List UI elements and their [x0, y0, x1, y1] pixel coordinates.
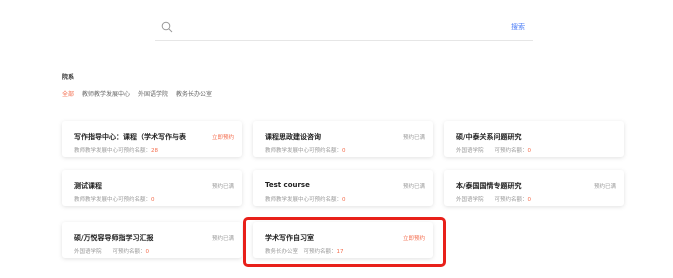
book-now-button[interactable]: 立即预约 — [212, 133, 234, 141]
quota-count: 0 — [342, 197, 346, 203]
filter-option-all[interactable]: 全部 — [62, 89, 74, 98]
search-icon — [161, 21, 173, 33]
filter-options: 全部 教师教学发展中心 外国语学院 教务长办公室 — [62, 89, 212, 98]
card-title: 写作指导中心：课程（学术写作与表 — [74, 133, 186, 141]
card-meta: 外国语学院 可预约名额：0 — [456, 197, 532, 203]
card-meta: 教师教学发展中心可预约名额：0 — [265, 197, 346, 203]
card-meta: 外国语学院 可预约名额：0 — [456, 148, 532, 154]
quota-count: 0 — [145, 249, 150, 255]
filter-title: 院系 — [62, 74, 75, 81]
card-meta: 教师教学发展中心可预约名额：28 — [74, 148, 159, 154]
filter-option-provost-office[interactable]: 教务长办公室 — [176, 89, 212, 98]
full-status-label: 预约已满 — [211, 236, 234, 242]
card-meta: 外国语学院 可预约名额：0 — [74, 249, 150, 255]
course-card[interactable]: Test course 教师教学发展中心可预约名额：0 预约已满 — [253, 170, 433, 206]
card-title: 本/泰国国情专题研究 — [456, 182, 522, 190]
card-meta: 教师教学发展中心可预约名额：0 — [74, 197, 155, 203]
highlight-box — [243, 217, 446, 267]
filter-option-foreign-languages[interactable]: 外国语学院 — [138, 89, 168, 98]
quota-count: 0 — [527, 148, 532, 154]
course-card[interactable]: 课程思政建设咨询 教师教学发展中心可预约名额：0 预约已满 — [253, 121, 433, 157]
full-status-label: 预约已满 — [593, 184, 616, 190]
course-card[interactable]: 写作指导中心：课程（学术写作与表 教师教学发展中心可预约名额：28 立即预约 — [62, 121, 242, 157]
course-card[interactable]: 硕/万悦容导师指学习汇报 外国语学院 可预约名额：0 预约已满 — [62, 222, 242, 258]
full-status-label: 预约已满 — [211, 184, 234, 190]
card-title: 测试课程 — [74, 182, 102, 190]
quota-count: 0 — [527, 197, 532, 203]
card-meta: 教师教学发展中心可预约名额：0 — [265, 148, 346, 154]
card-title: 硕/中泰关系问题研究 — [456, 133, 522, 141]
search-bar: 搜索 — [155, 18, 533, 41]
card-title: Test course — [265, 181, 310, 189]
course-card[interactable]: 测试课程 教师教学发展中心可预约名额：0 预约已满 — [62, 170, 242, 206]
course-card[interactable]: 硕/中泰关系问题研究 外国语学院 可预约名额：0 — [444, 121, 624, 157]
quota-count: 0 — [151, 197, 155, 203]
card-title: 硕/万悦容导师指学习汇报 — [74, 234, 154, 242]
search-button[interactable]: 搜索 — [511, 22, 525, 32]
card-title: 课程思政建设咨询 — [265, 133, 321, 141]
filter-option-teaching-center[interactable]: 教师教学发展中心 — [82, 89, 130, 98]
full-status-label: 预约已满 — [402, 184, 425, 190]
quota-count: 0 — [342, 148, 346, 154]
full-status-label: 预约已满 — [402, 135, 425, 141]
course-card[interactable]: 本/泰国国情专题研究 外国语学院 可预约名额：0 预约已满 — [444, 170, 624, 206]
search-input[interactable] — [179, 20, 483, 38]
quota-count: 28 — [151, 148, 159, 154]
